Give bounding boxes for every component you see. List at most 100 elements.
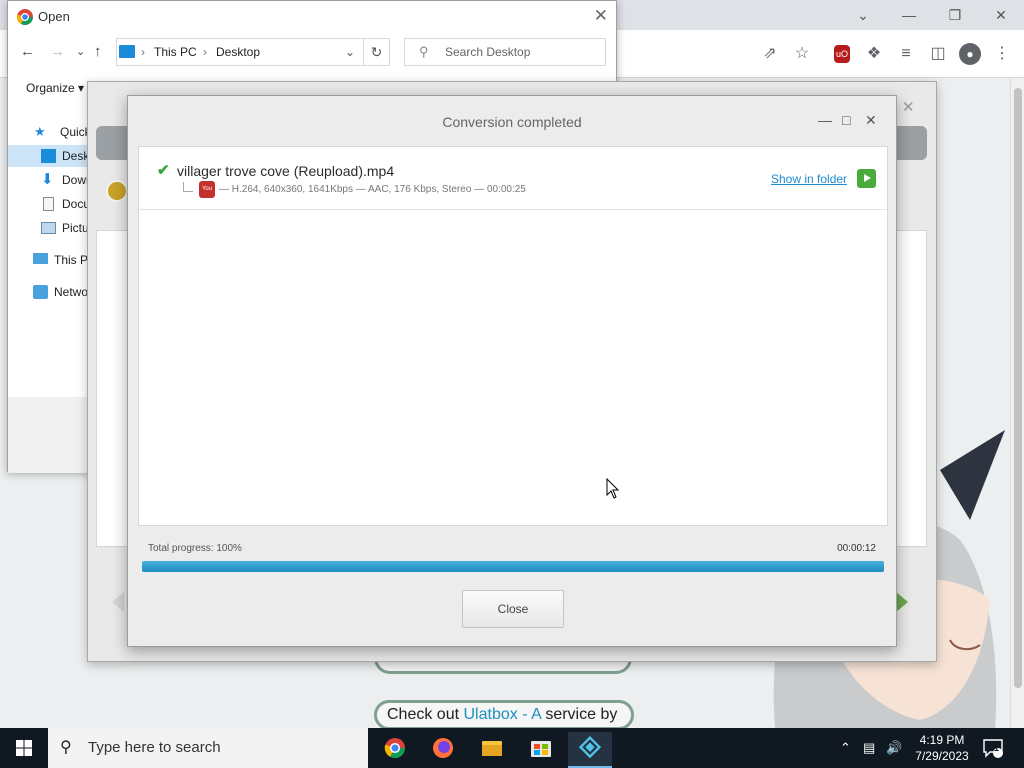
page-scrollbar[interactable] [1010, 78, 1024, 728]
search-desktop-field[interactable]: ⚲ Search Desktop [404, 38, 606, 66]
breadcrumb-separator-icon: › [203, 45, 207, 59]
restore-button[interactable]: ❐ [932, 4, 978, 26]
chrome-logo-icon [17, 9, 33, 25]
show-hidden-icons-chevron-icon[interactable]: ⌃ [840, 728, 851, 768]
pictures-icon [41, 222, 56, 234]
forward-arrow-icon[interactable]: → [50, 43, 65, 60]
show-in-folder-link[interactable]: Show in folder [771, 172, 847, 186]
extensions-puzzle-icon[interactable]: ❖ [862, 42, 886, 66]
youtube-format-icon: You [199, 181, 215, 198]
notification-count-badge: 1 [994, 743, 1000, 753]
volume-icon[interactable]: 🔊 [886, 728, 902, 768]
tree-item-label: Netwo [54, 285, 89, 299]
scrollbar-thumb[interactable] [1014, 88, 1022, 688]
star-icon: ★ [34, 124, 46, 139]
back-arrow-icon[interactable]: ← [20, 43, 35, 60]
network-icon[interactable]: ▤ [863, 728, 875, 768]
network-icon [33, 285, 48, 299]
minimize-icon[interactable]: — [818, 112, 832, 128]
close-button[interactable]: Close [462, 590, 564, 628]
list-item: ✔ villager trove cove (Reupload).mp4 You… [139, 147, 887, 210]
taskbar-search-placeholder: Type here to search [88, 739, 221, 756]
search-icon: ⚲ [419, 44, 429, 59]
total-progress-label: Total progress: 100% [148, 543, 242, 554]
app-close-icon[interactable]: ✕ [902, 98, 915, 116]
ublock-extension-icon[interactable]: uO [834, 45, 850, 63]
organize-button[interactable]: Organize ▾ [26, 81, 84, 95]
taskbar-clock[interactable]: 4:19 PM 7/29/2023 [912, 732, 972, 764]
tree-item-label: Desk [62, 149, 90, 163]
tree-item-downloads[interactable]: ⬇ Dowr [8, 169, 98, 191]
taskbar: ⚲ Type here to search ⌃ ▤ 🔊 4:19 PM 7/29… [0, 728, 1024, 768]
chrome-taskbar-icon[interactable] [373, 732, 417, 768]
play-icon[interactable] [857, 169, 876, 188]
minimize-button[interactable]: — [886, 4, 932, 26]
converted-files-list: ✔ villager trove cove (Reupload).mp4 You… [138, 146, 888, 526]
mouse-cursor-icon [606, 478, 620, 499]
tree-item-label: Pictu [62, 221, 89, 235]
this-pc-icon [119, 45, 135, 58]
dialog-navbar: ← → ⌄ ↑ › This PC › Desktop ⌄ ↻ ⚲ Search… [8, 33, 616, 73]
next-arrow-icon[interactable] [896, 592, 908, 612]
globe-icon[interactable] [106, 180, 128, 202]
side-panel-icon[interactable]: ◫ [926, 42, 950, 66]
progress-bar [142, 561, 884, 572]
progress-fill [142, 561, 884, 572]
store-taskbar-icon[interactable] [519, 732, 563, 768]
promo-text: Check out [387, 706, 460, 723]
elapsed-time: 00:00:12 [837, 543, 876, 554]
converter-app-taskbar-icon[interactable] [568, 732, 612, 768]
dialog-close-icon[interactable]: ✕ [594, 6, 608, 26]
breadcrumb-separator-icon: › [141, 45, 145, 59]
clock-date: 7/29/2023 [915, 749, 969, 763]
recent-locations-chevron-icon[interactable]: ⌄ [76, 45, 85, 58]
previous-arrow-icon[interactable] [112, 592, 124, 612]
clock-time: 4:19 PM [919, 733, 965, 747]
breadcrumb-this-pc[interactable]: This PC [154, 39, 197, 65]
address-bar[interactable]: › This PC › Desktop ⌄ [116, 38, 364, 66]
maximize-icon[interactable]: □ [842, 112, 850, 128]
windows-start-icon[interactable] [0, 728, 48, 768]
this-pc-icon [33, 253, 48, 264]
notification-center-icon[interactable] [982, 738, 1004, 758]
tree-item-desktop[interactable]: Desk [8, 145, 98, 167]
organize-label: Organize [26, 81, 75, 95]
tree-item-network[interactable]: Netwo [8, 281, 98, 303]
tree-item-pictures[interactable]: Pictu [8, 217, 98, 239]
dialog-title: Open [38, 9, 70, 24]
search-placeholder: Search Desktop [445, 45, 531, 59]
breadcrumb-desktop[interactable]: Desktop [216, 39, 260, 65]
tree-item-documents[interactable]: Docu [8, 193, 98, 215]
tab-list-chevron-icon[interactable]: ⌄ [840, 4, 886, 26]
up-arrow-icon[interactable]: ↑ [94, 43, 102, 60]
search-icon: ⚲ [60, 739, 72, 756]
close-window-button[interactable]: ✕ [978, 4, 1024, 26]
promo-suffix: service by [545, 706, 618, 723]
file-name: villager trove cove (Reupload).mp4 [177, 163, 395, 179]
taskbar-search-box[interactable]: ⚲ Type here to search [48, 728, 368, 768]
conversion-dialog-title: Conversion completed [442, 114, 582, 130]
tree-item-quick-access[interactable]: ★ Quick [8, 121, 98, 143]
share-icon[interactable]: ⇗ [758, 42, 782, 66]
file-details: — H.264, 640x360, 1641Kbps — AAC, 176 Kb… [219, 184, 526, 195]
promo-anchor[interactable]: Ulatbox - A [464, 706, 541, 723]
close-icon[interactable]: ✕ [865, 112, 877, 128]
file-explorer-taskbar-icon[interactable] [470, 732, 514, 768]
address-dropdown-chevron-icon[interactable]: ⌄ [345, 39, 355, 65]
reading-list-icon[interactable]: ≡ [894, 42, 918, 66]
firefox-taskbar-icon[interactable] [421, 732, 465, 768]
browser-menu-icon[interactable]: ⋮ [990, 42, 1014, 66]
downloads-icon: ⬇ [41, 171, 54, 188]
refresh-icon[interactable]: ↻ [364, 38, 390, 66]
page-promo-link[interactable]: Check out Ulatbox - A service by [374, 700, 634, 730]
bookmark-star-icon[interactable]: ☆ [790, 42, 814, 66]
tree-item-label: Docu [62, 197, 91, 211]
tree-item-this-pc[interactable]: This PC [8, 249, 98, 271]
tree-connector [183, 182, 193, 192]
dialog-titlebar: Open ✕ [8, 1, 616, 33]
tree-item-label: Dowr [62, 173, 91, 187]
profile-avatar-icon[interactable]: ● [959, 43, 981, 65]
checkmark-icon: ✔ [157, 162, 170, 179]
conversion-dialog: Conversion completed — □ ✕ ✔ villager tr… [127, 95, 897, 647]
documents-icon [43, 197, 54, 211]
